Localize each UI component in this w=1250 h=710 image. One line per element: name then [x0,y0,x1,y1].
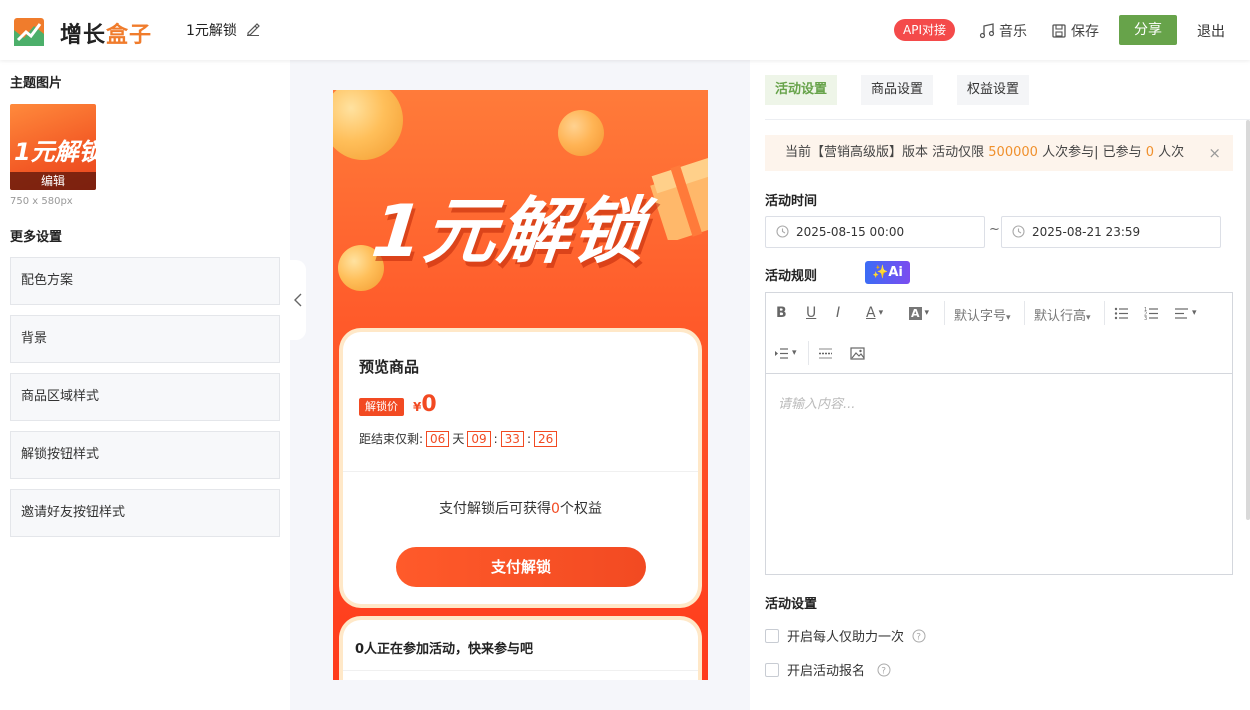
participants-title: 0人正在参加活动，快来参与吧 [355,642,534,657]
ai-assist-button[interactable]: ✨Ai [865,261,910,284]
clock-icon [1012,225,1025,238]
thumb-banner-text: 1元解锁 [14,138,96,166]
page-title: 1元解锁 [186,23,237,39]
edit-pencil-icon[interactable] [246,22,260,36]
clock-icon [776,225,789,238]
svg-text:3: 3 [1144,316,1147,321]
countdown-timer: 距结束仅剩: 06 天 09 : 33 : 26 [359,430,558,447]
once-per-person-option[interactable]: 开启每人仅助力一次 ? [765,626,926,645]
thumb-size-hint: 750 x 580px [10,196,73,207]
share-button[interactable]: 分享 [1119,15,1177,45]
bold-icon[interactable]: B [776,303,787,323]
tab-benefit-settings[interactable]: 权益设置 [957,75,1030,105]
phone-preview: 1元解锁 预览商品 解锁价 ¥0 距结束仅剩: 06 天 09 : 33 : 2… [333,90,708,680]
logo-icon [14,18,44,46]
help-question-icon[interactable]: ? [877,663,891,677]
activity-settings-label: 活动设置 [765,597,818,612]
toolbar-separator [1104,301,1105,325]
countdown-days: 06 [426,430,450,447]
toolbar-separator [808,341,809,365]
toolbar-separator [1024,301,1025,325]
once-per-person-checkbox[interactable] [765,628,779,643]
more-settings-label: 更多设置 [10,230,63,245]
countdown-hours: 09 [467,430,491,447]
help-question-icon[interactable]: ? [912,629,926,643]
unlock-price-tag: 解锁价 [359,398,404,416]
end-time-input[interactable]: 2025-08-21 23:59 [1001,216,1221,248]
background-color-icon[interactable]: A ▾ [909,303,929,323]
bullet-list-icon[interactable] [1114,303,1129,323]
api-integration-button[interactable]: API对接 [894,19,955,41]
version-notice: 当前【营销高级版】版本 活动仅限 500000 人次参与| 已参与 0 人次 × [765,135,1233,171]
signup-option[interactable]: 开启活动报名 ? [765,660,891,679]
tabs-divider [765,119,1250,120]
line-height-select[interactable]: 默认行高▾ [1034,305,1091,324]
unlock-price: ¥0 [413,392,437,417]
pay-unlock-button[interactable]: 支付解锁 [396,547,646,587]
theme-image-label: 主题图片 [10,76,63,91]
horizontal-rule-icon[interactable] [818,343,833,363]
logo-text: 增长盒子 [60,23,153,48]
coin-decoration [333,90,403,160]
save-button[interactable]: 保存 [1051,21,1099,41]
indent-icon[interactable]: ▾ [774,343,797,363]
exit-button[interactable]: 退出 [1197,21,1225,41]
start-time-input[interactable]: 2025-08-15 00:00 [765,216,985,248]
italic-icon[interactable]: I [836,303,840,323]
date-range-separator: ~ [989,222,1000,237]
editor-toolbar-row: ▾ [766,333,1232,373]
editor-toolbar-divider [766,373,1232,374]
svg-text:?: ? [916,632,921,642]
product-card: 预览商品 解锁价 ¥0 距结束仅剩: 06 天 09 : 33 : 26 支付解… [343,332,698,604]
countdown-minutes: 33 [500,430,524,447]
setting-color-scheme[interactable]: 配色方案 [10,257,280,305]
tab-activity-settings[interactable]: 活动设置 [765,75,838,105]
chevron-left-icon [294,293,302,307]
thumb-edit-button[interactable]: 编辑 [10,172,96,190]
coin-decoration [558,110,604,156]
insert-image-icon[interactable] [850,343,865,363]
countdown-seconds: 26 [534,430,558,447]
card-divider [343,670,698,671]
editor-toolbar-row: B U I A ▾ A ▾ 默认字号▾ 默认行高▾ 123 ▾ [766,293,1232,333]
right-panel-scrollbar[interactable] [1246,120,1250,520]
gift-box-icon [650,155,708,240]
notice-close-button[interactable]: × [1208,135,1221,171]
banner-title: 1元解锁 [367,189,651,273]
top-bar: 增长盒子 1元解锁 API对接 音乐 保存 分享 退出 [0,0,1250,60]
activity-rules-label: 活动规则 [765,269,818,284]
toolbar-separator [944,301,945,325]
tab-product-settings[interactable]: 商品设置 [861,75,934,105]
font-size-select[interactable]: 默认字号▾ [954,305,1011,324]
music-note-icon [979,23,995,39]
rules-content-input[interactable]: 请输入内容... [778,393,855,412]
card-divider [343,471,698,472]
theme-image-thumbnail[interactable]: 1元解锁 编辑 [10,104,96,190]
align-icon[interactable]: ▾ [1174,303,1197,323]
font-color-icon[interactable]: A ▾ [866,303,883,323]
product-card-title: 预览商品 [359,358,420,376]
underline-icon[interactable]: U [806,303,816,323]
setting-invite-button-style[interactable]: 邀请好友按钮样式 [10,489,280,537]
collapse-left-panel-button[interactable] [290,260,306,340]
rich-text-editor: B U I A ▾ A ▾ 默认字号▾ 默认行高▾ 123 ▾ ▾ 请输入内容.… [765,292,1233,575]
numbered-list-icon[interactable]: 123 [1144,303,1159,323]
benefit-description: 支付解锁后可获得0个权益 [439,501,602,517]
setting-product-area-style[interactable]: 商品区域样式 [10,373,280,421]
participants-card: 0人正在参加活动，快来参与吧 [343,620,698,680]
signup-checkbox[interactable] [765,662,779,677]
music-button[interactable]: 音乐 [979,21,1027,41]
activity-time-label: 活动时间 [765,194,818,209]
setting-background[interactable]: 背景 [10,315,280,363]
setting-unlock-button-style[interactable]: 解锁按钮样式 [10,431,280,479]
svg-text:?: ? [881,666,886,676]
save-disk-icon [1052,24,1066,38]
